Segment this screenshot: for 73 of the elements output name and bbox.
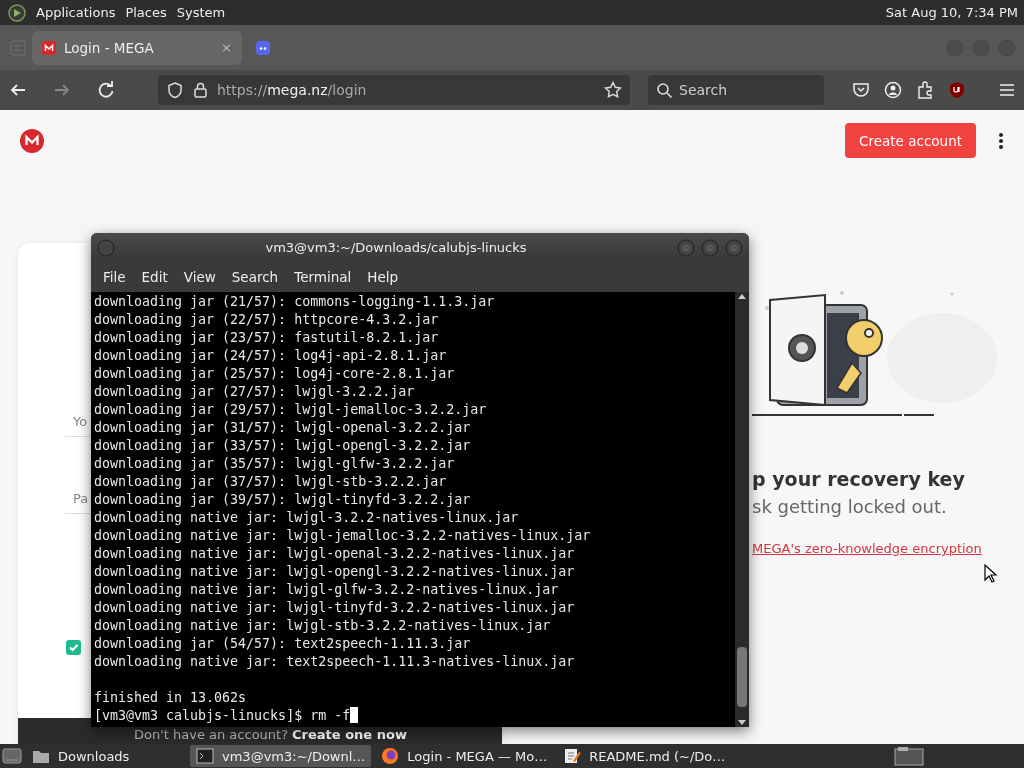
mega-logo-icon[interactable] — [20, 128, 44, 153]
window-title: vm3@vm3:~/Downloads/calubjs-linucks — [264, 240, 528, 255]
menu-item[interactable]: Edit — [133, 269, 176, 285]
panel-menu[interactable]: Applications — [36, 5, 116, 20]
terminal-line: downloading native jar: lwjgl-opengl-3.2.2-natives-linux.jar — [94, 563, 576, 581]
create-account-button[interactable]: Create account — [845, 123, 976, 158]
browser-tab[interactable]: Login - MEGA × — [32, 30, 242, 65]
app-menu-icon[interactable] — [8, 3, 26, 22]
terminal-line: downloading jar (37/57): lwjgl-stb-3.2.2.jar — [94, 473, 448, 491]
terminal-line: downloading jar (39/57): lwjgl-tinyfd-3.2.2.jar — [94, 491, 472, 509]
terminal-line: downloading jar (22/57): httpcore-4.3.2.jar — [94, 311, 440, 329]
promo-text: sk getting locked out. — [752, 496, 948, 517]
terminal-line: downloading native jar: lwjgl-tinyfd-3.2.2-natives-linux.jar — [94, 599, 576, 617]
terminal-line: downloading native jar: lwjgl-jemalloc-3.2.2-natives-linux.jar — [94, 527, 592, 545]
pocket-icon[interactable] — [852, 81, 870, 99]
panel-menu[interactable]: Places — [125, 5, 167, 20]
terminal-line: downloading jar (24/57): log4j-api-2.8.1.jar — [94, 347, 448, 365]
text-cursor — [350, 707, 359, 723]
workspace-switcher-icon[interactable] — [894, 746, 924, 766]
browser-icon — [381, 747, 400, 765]
menu-item[interactable]: Search — [223, 269, 287, 285]
shield-icon[interactable] — [948, 81, 966, 99]
clock[interactable]: Sat Aug 10, 7:34 PM — [885, 5, 1018, 20]
chat-icon — [256, 40, 270, 55]
menu-item[interactable]: File — [95, 269, 134, 285]
scroll-thumb[interactable] — [737, 647, 747, 707]
footer-text: Don't have an account? — [134, 727, 289, 742]
terminal-line: downloading jar (27/57): lwjgl-3.2.2.jar — [94, 383, 416, 401]
create-account-link[interactable]: Create one now — [292, 727, 407, 742]
search-icon — [656, 81, 673, 99]
menu-item[interactable]: Terminal — [286, 269, 360, 285]
reload-icon[interactable] — [96, 80, 116, 100]
lock-icon — [192, 81, 209, 99]
notepad-icon — [563, 747, 582, 765]
address-bar[interactable]: https://mega.nz/login — [158, 75, 630, 105]
account-icon[interactable] — [884, 81, 902, 99]
more-options-icon[interactable] — [998, 131, 1004, 150]
terminal-line: downloading jar (25/57): log4j-core-2.8.1.jar — [94, 365, 456, 383]
menu-item[interactable]: Help — [359, 269, 407, 285]
terminal-line: downloading native jar: lwjgl-openal-3.2.2-natives-linux.jar — [94, 545, 576, 563]
terminal-line: downloading native jar: lwjgl-stb-3.2.2-natives-linux.jar — [94, 617, 552, 635]
checkbox[interactable] — [66, 640, 81, 655]
menu-icon[interactable] — [998, 81, 1016, 99]
star-icon[interactable] — [604, 81, 622, 99]
taskbar-button[interactable]: README.md (~/Do… — [557, 745, 732, 767]
terminal-line: downloading jar (35/57): lwjgl-glfw-3.2.2.jar — [94, 455, 456, 473]
shield-icon — [166, 81, 184, 99]
terminal-line: finished in 13.062s — [94, 689, 248, 707]
search-field[interactable]: Search — [648, 75, 824, 105]
terminal-line: downloading native jar: text2speech-1.11.3-natives-linux.jar — [94, 653, 576, 671]
taskbar-button[interactable]: Downloads — [26, 745, 186, 767]
menu-item[interactable]: View — [175, 269, 224, 285]
mouse-pointer-icon — [984, 564, 998, 584]
taskbar-button[interactable]: vm3@vm3:~/Downl… — [190, 745, 372, 767]
encryption-link[interactable]: MEGA's zero-knowledge encryption — [752, 541, 1002, 556]
terminal-line: downloading native jar: lwjgl-glfw-3.2.2-natives-linux.jar — [94, 581, 560, 599]
taskbar-button[interactable]: Login - MEGA — Mo… — [375, 745, 554, 767]
terminal-line: downloading jar (54/57): text2speech-1.11.3.jar — [94, 635, 472, 653]
terminal-line: downloading native jar: lwjgl-3.2.2-natives-linux.jar — [94, 509, 520, 527]
panel-menu[interactable]: System — [176, 5, 226, 20]
show-desktop-icon[interactable] — [2, 746, 22, 766]
scrollbar[interactable] — [735, 292, 749, 727]
terminal-line: downloading jar (31/57): lwjgl-openal-3.2.2.jar — [94, 419, 472, 437]
promo-heading: p your recovery key — [752, 468, 966, 490]
terminal-line: downloading jar (21/57): commons-logging-1.1.3.jar — [94, 293, 496, 311]
terminal-line: downloading jar (23/57): fastutil-8.2.1.jar — [94, 329, 440, 347]
scroll-down-icon[interactable] — [737, 719, 747, 727]
terminal-icon — [196, 747, 214, 765]
puzzle-icon[interactable] — [916, 81, 934, 99]
command-prompt[interactable]: [vm3@vm3 calubjs-linucks]$ rm -f — [94, 708, 351, 723]
site-logo-icon — [42, 40, 56, 55]
terminal-line: downloading jar (33/57): lwjgl-opengl-3.2.2.jar — [94, 437, 472, 455]
terminal-line: downloading jar (29/57): lwjgl-jemalloc-3.2.2.jar — [94, 401, 488, 419]
